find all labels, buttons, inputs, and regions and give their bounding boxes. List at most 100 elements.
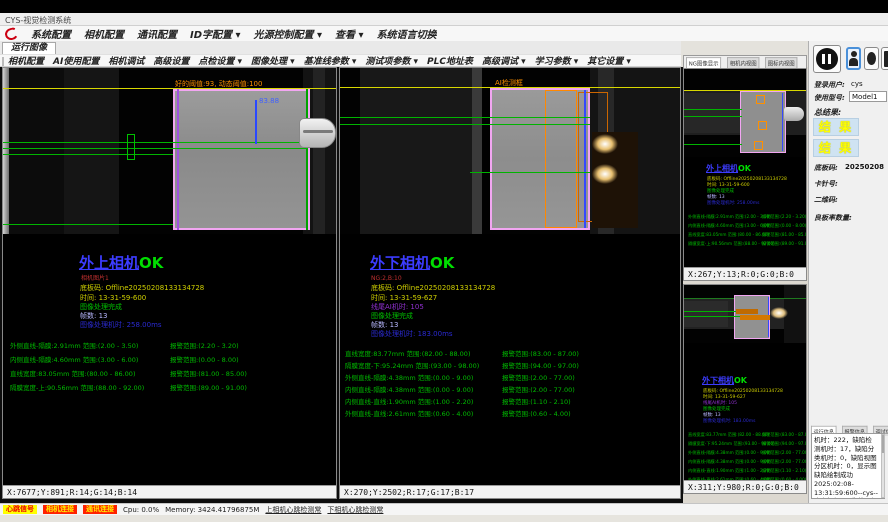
green-roi-box [127,134,135,160]
tool-camera-config[interactable]: 相机配置 [8,54,44,67]
menu-light-config[interactable]: 光源控制配置 ▾ [254,26,323,41]
tool-plc-address[interactable]: PLC地址表 [427,54,473,67]
camera-title-small: 外上相机OK [706,165,751,173]
alarm-range: 报警范围:(2.20 - 3.20) [762,213,806,219]
small-image-top[interactable] [684,69,806,157]
app-status-bar: 心跳信号 相机连接 通讯连接 Cpu: 0.0% Memory: 3424.41… [0,503,888,515]
machine-band-bright [684,93,740,133]
camera-title-upper: 外上相机OK [79,256,163,271]
alarm-range: 报警范围:(2.00 - 77.00) [762,449,806,455]
ai-detect-box [545,90,577,228]
tool-advanced-settings[interactable]: 高级设置 [153,54,189,67]
model-label: 使用型号: [814,93,845,103]
green-measure-line [684,116,742,117]
machine-dark-column [9,68,64,234]
result-panel-upper: 外上相机OK 相机图片1 底板码: Offline202502081331347… [3,234,336,486]
measure-value: 外侧直线-隔膜:2.91mm 范围:(2.00 - 3.50) [688,213,771,219]
process-time-line: 图像处理机时: 258.00ms [707,201,759,206]
board-code-line: 底板码: Offline20250208133134728 [707,177,787,182]
connector-tab [784,107,804,121]
pixel-status-bar-small-top: X:267;Y:13;R:0;G:0;B:0 [684,267,806,280]
settings-button[interactable] [864,47,879,70]
ai-time-line: 线尾AI机时: 105 [703,401,737,406]
small-image-bottom[interactable] [684,285,806,343]
camera-image-upper[interactable]: 83.88 好的阈值:93, 动态阈值:100 [3,68,336,234]
tool-other-settings[interactable]: 其它设置 ▾ [587,54,631,67]
tool-learning-params[interactable]: 学习参数 ▾ [535,54,579,67]
defect-marker-box [754,141,763,150]
tool-image-processing[interactable]: 图像处理 ▾ [251,54,295,67]
menu-bar: 系统配置 相机配置 通讯配置 ID字配置 ▾ 光源控制配置 ▾ 查看 ▾ 系统语… [0,26,888,41]
camera-image-lower[interactable]: AI检测框 [340,68,680,234]
tab-icon-inner-view[interactable]: 图标内视图 [765,57,797,68]
measure-value: 外侧直线-隔膜:2.91mm 范围:(2.00 - 3.50) [10,340,138,350]
memory-usage: Memory: 3424.41796875M [165,506,259,514]
machine-gray-column [64,68,119,234]
menu-comm-config[interactable]: 通讯配置 [137,26,177,41]
green-measure-line [3,142,308,143]
pin-number-label: 卡针号: [814,179,838,189]
pixel-status-bar-small-bottom: X:311;Y:980;R:0;G:0;B:0 [684,480,806,493]
count-label: 良板率数量: [814,213,852,223]
tool-ai-config[interactable]: AI使用配置 [53,54,99,67]
menu-language-switch[interactable]: 系统语言切换 [377,26,437,41]
alarm-range: 报警范围:(83.00 - 87.00) [502,348,579,358]
login-user-label: 登录用户: [814,80,845,90]
process-time-line: 图像处理机时: 258.00ms [80,322,162,329]
tab-camera-inner-view[interactable]: 相机内视图 [727,57,759,68]
alarm-range: 报警范围:(89.00 - 91.00) [762,240,806,246]
camera-subtitle: NG:2,B:10 [371,276,402,282]
small-view-top: 外上相机OK 底板码: Offline20250208133134728 时间:… [683,68,807,281]
process-done-line: 图像处理完成 [707,189,734,194]
tab-ng-image[interactable]: NG图像显示 [686,57,721,68]
tool-test-params[interactable]: 测试项参数 ▾ [365,54,418,67]
result-ok-badge: OK [738,165,751,173]
control-panel: 登录用户: cys 使用型号: Model1 总结果: 结 果 结 果 底板码:… [808,41,888,503]
menu-id-config[interactable]: ID字配置 ▾ [190,26,241,41]
tool-camera-debug[interactable]: 相机调试 [108,54,144,67]
menu-system-config[interactable]: 系统配置 [31,26,71,41]
model-select[interactable]: Model1 [849,91,887,102]
machine-bright-column [472,68,482,234]
alarm-range: 报警范围:(0.00 - 8.00) [762,222,806,228]
measure-value: 直线宽度:83.05mm 范围:(80.00 - 86.00) [688,231,769,237]
connector-tab-slot [303,130,333,133]
log-scrollbar-thumb[interactable] [882,435,884,453]
board-code-line: 底板码: Offline20250208133134728 [371,285,495,292]
alarm-range: 报警范围:(83.00 - 87.00) [762,431,806,437]
process-done-line: 图像处理完成 [703,407,730,412]
green-measure-line [684,109,742,110]
run-log-box[interactable]: 机时：222，缺陷检测机时：17，缺陷分类机时：0，缺陷视图分区机时：0，显示图… [811,433,885,499]
measure-value: 内侧直线-直线:1.90mm 范围:(1.00 - 2.20) [345,396,473,406]
measure-value: 外侧直线-直线:2.61mm 范围:(0.60 - 4.00) [345,408,473,418]
connector-glow [592,134,618,154]
alarm-range: 报警范围:(1.10 - 2.10) [762,467,806,473]
green-edge-line [306,89,308,230]
app-logo-icon [5,28,18,40]
blue-measure-label: 83.88 [259,98,279,105]
total-result-label: 总结果: [814,107,841,118]
green-measure-line [340,124,590,125]
app-window: CYS-视觉检测系统 系统配置 相机配置 通讯配置 ID字配置 ▾ 光源控制配置… [0,0,888,522]
tab-run-image[interactable]: 运行图像 [2,42,56,54]
alarm-range: 报警范围:(2.00 - 77.00) [762,458,806,464]
camera-title-text: 外下相机 [702,376,734,385]
blue-measure-line [584,90,586,228]
camera-title-text: 外上相机 [706,164,738,173]
upper-camera-heartbeat: 上相机心跳检测常 [265,505,321,515]
exit-button[interactable] [881,47,888,70]
menu-camera-config[interactable]: 相机配置 [84,26,124,41]
camera-title-text: 外下相机 [370,254,430,272]
alarm-range: 报警范围:(94.00 - 97.00) [762,440,806,446]
pixel-status-bar-upper: X:7677;Y:891;R:14;G:14;B:14 [3,485,336,498]
user-mode-button[interactable] [846,47,861,70]
tool-advanced-debug[interactable]: 高级调试 ▾ [482,54,526,67]
tool-spot-check[interactable]: 点检设置 ▾ [198,54,242,67]
pause-button[interactable] [813,45,841,73]
menu-view[interactable]: 查看 ▾ [335,26,364,41]
alarm-range: 报警范围:(94.00 - 97.00) [502,360,579,370]
tool-baseline-params[interactable]: 基准线参数 ▾ [304,54,357,67]
camera-subtitle: 相机图片1 [81,276,109,282]
green-measure-line [3,148,308,149]
result-box-lower: 结 果 [813,139,859,157]
